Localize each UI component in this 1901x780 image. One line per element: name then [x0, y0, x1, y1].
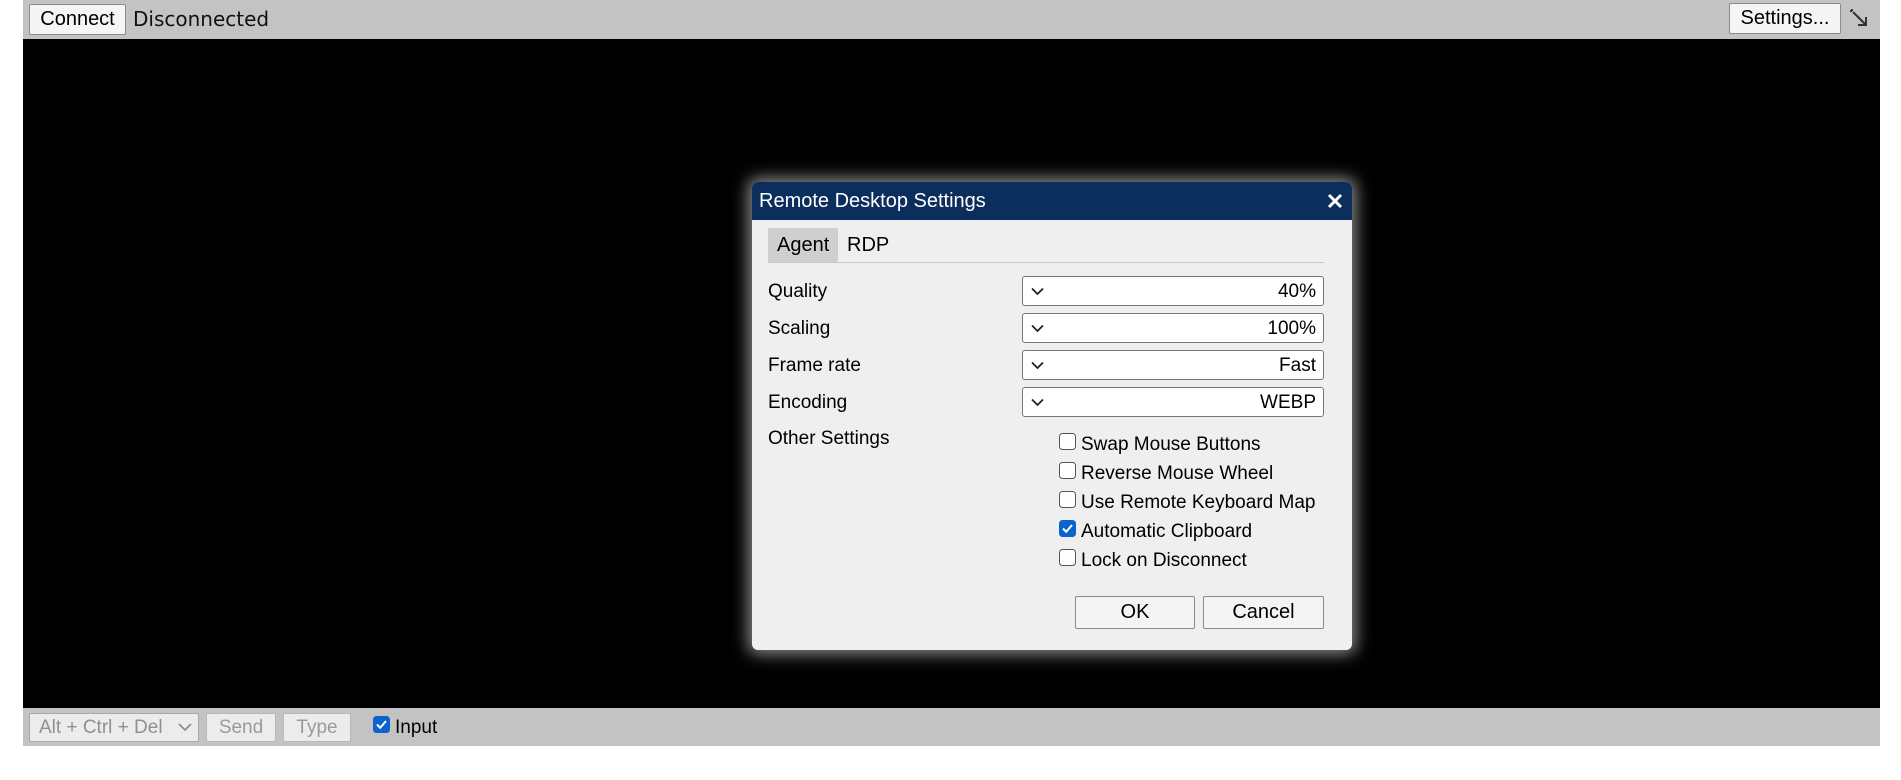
key-combo-value: Alt + Ctrl + Del [39, 717, 163, 738]
option-label: Reverse Mouse Wheel [1081, 463, 1274, 484]
frame-rate-value: Fast [1279, 355, 1316, 376]
connection-status: Disconnected [133, 7, 270, 31]
checkbox-checked-icon[interactable] [1059, 520, 1076, 537]
chevron-down-icon [1031, 324, 1044, 333]
option-label: Automatic Clipboard [1081, 521, 1253, 542]
quality-select[interactable]: 40% [1022, 276, 1324, 306]
frame-rate-select[interactable]: Fast [1022, 350, 1324, 380]
type-button[interactable]: Type [283, 713, 351, 742]
quality-value: 40% [1277, 281, 1316, 302]
ok-button[interactable]: OK [1075, 596, 1195, 629]
input-checkbox[interactable] [373, 716, 390, 733]
checkbox-icon[interactable] [1059, 491, 1076, 508]
frame-rate-label: Frame rate [768, 355, 861, 376]
expand-arrow-icon[interactable] [1848, 7, 1872, 31]
bottom-toolbar: Alt + Ctrl + Del Send Type Input [23, 708, 1880, 746]
chevron-down-icon [1031, 361, 1044, 370]
encoding-label: Encoding [768, 392, 848, 413]
checkbox-icon[interactable] [1059, 433, 1076, 450]
connect-button[interactable]: Connect [29, 4, 126, 35]
tab-strip: Agent RDP [768, 228, 1324, 263]
key-combo-select[interactable]: Alt + Ctrl + Del [29, 713, 199, 742]
chevron-down-icon [1031, 287, 1044, 296]
tab-rdp[interactable]: RDP [838, 228, 898, 262]
cancel-button[interactable]: Cancel [1203, 596, 1324, 629]
other-settings-label: Other Settings [768, 428, 890, 449]
option-label: Swap Mouse Buttons [1081, 434, 1261, 455]
dialog-header: Remote Desktop Settings [752, 182, 1352, 220]
quality-label: Quality [768, 281, 828, 302]
send-button[interactable]: Send [206, 713, 276, 742]
checkbox-icon[interactable] [1059, 462, 1076, 479]
tab-agent[interactable]: Agent [768, 228, 839, 262]
scaling-value: 100% [1267, 318, 1316, 339]
chevron-down-icon [178, 723, 192, 732]
encoding-value: WEBP [1260, 392, 1316, 413]
option-label: Use Remote Keyboard Map [1081, 492, 1316, 513]
close-icon[interactable] [1326, 192, 1344, 210]
settings-button[interactable]: Settings... [1729, 3, 1841, 34]
scaling-label: Scaling [768, 318, 831, 339]
top-toolbar: Connect Disconnected Settings... [23, 0, 1880, 39]
input-checkbox-label: Input [395, 717, 438, 738]
encoding-select[interactable]: WEBP [1022, 387, 1324, 417]
settings-dialog: Remote Desktop Settings Agent RDP Qualit… [752, 182, 1352, 650]
chevron-down-icon [1031, 398, 1044, 407]
scaling-select[interactable]: 100% [1022, 313, 1324, 343]
dialog-title: Remote Desktop Settings [759, 190, 986, 212]
option-label: Lock on Disconnect [1081, 550, 1247, 571]
checkbox-icon[interactable] [1059, 549, 1076, 566]
